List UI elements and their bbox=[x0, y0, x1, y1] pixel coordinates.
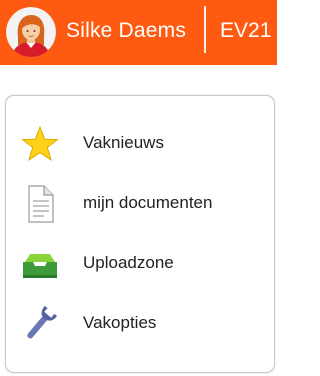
menu-item-uploadzone[interactable]: Uploadzone bbox=[6, 236, 274, 290]
wrench-icon bbox=[20, 305, 60, 343]
menu-item-label: Uploadzone bbox=[83, 253, 174, 272]
dropdown-menu: Vaknieuws mijn documenten Uploadzone Vak… bbox=[5, 95, 275, 373]
menu-item-label: Vaknieuws bbox=[83, 133, 164, 152]
star-icon bbox=[20, 125, 60, 163]
header-divider bbox=[204, 6, 206, 53]
document-icon bbox=[20, 185, 60, 223]
menu-item-vakopties[interactable]: Vakopties bbox=[6, 296, 274, 350]
user-name[interactable]: Silke Daems bbox=[66, 18, 186, 44]
menu-item-label: mijn documenten bbox=[83, 193, 213, 212]
user-avatar-icon[interactable] bbox=[6, 7, 56, 57]
inbox-tray-icon bbox=[20, 245, 60, 283]
menu-item-vaknieuws[interactable]: Vaknieuws bbox=[6, 116, 274, 170]
class-code[interactable]: EV21 bbox=[220, 18, 271, 44]
top-bar: Silke Daems EV21 bbox=[0, 0, 277, 65]
menu-item-mijn-documenten[interactable]: mijn documenten bbox=[6, 176, 274, 230]
menu-item-label: Vakopties bbox=[83, 313, 157, 332]
